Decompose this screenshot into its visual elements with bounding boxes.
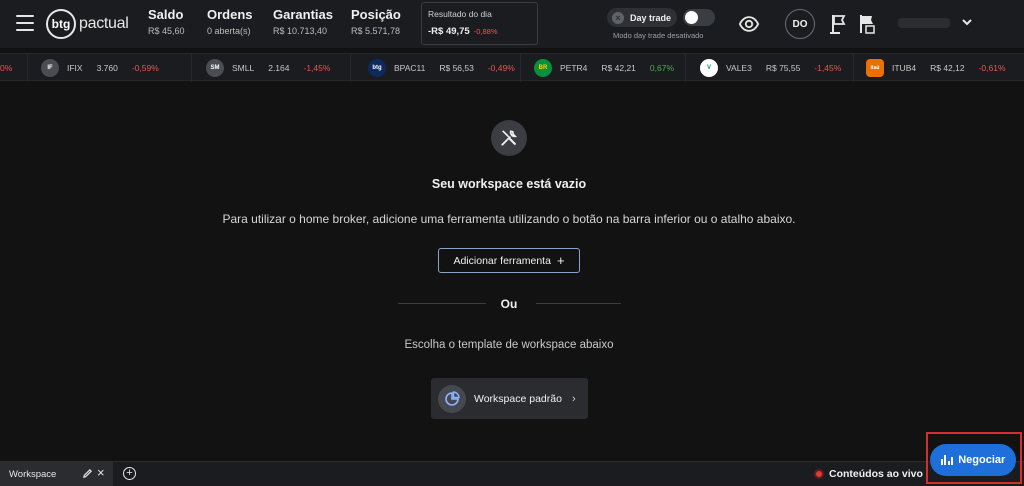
ticker-symbol: VALE3	[726, 63, 752, 73]
resultado-label: Resultado do dia	[428, 9, 492, 19]
workspace-tab[interactable]: Workspace ×	[0, 462, 113, 486]
ticker-symbol: PETR4	[560, 63, 588, 73]
close-tab-icon[interactable]: ×	[97, 466, 105, 480]
ticker-item-bpac11[interactable]: btg BPAC11 R$ 56,53 -0,49%	[368, 54, 515, 82]
ordens-value: 0 aberta(s)	[207, 26, 251, 36]
divider-right	[536, 303, 621, 304]
pie-chart-icon	[438, 384, 466, 413]
ticker-item-vale3[interactable]: V VALE3 R$ 75,55 -1,45%	[700, 54, 841, 82]
toggle-knob	[685, 11, 698, 24]
ifix-icon: IF	[41, 59, 59, 77]
saldo-label: Saldo	[148, 7, 184, 22]
ticker-change: -0,59%	[131, 63, 159, 73]
ticker-change: 0%	[0, 63, 13, 73]
live-content-button[interactable]: Conteúdos ao vivo	[814, 468, 923, 480]
ticker-symbol: ITUB4	[892, 63, 917, 73]
ordens-stat[interactable]: Ordens 0 aberta(s)	[207, 7, 253, 36]
user-name-redacted	[898, 18, 950, 28]
workspace-template-label: Workspace padrão	[474, 392, 562, 405]
market-ticker: 0% IF IFIX 3.760 -0,59% SM SMLL 2.164 -1…	[0, 53, 1024, 82]
ticker-item-petr4[interactable]: BR PETR4 R$ 42,21 0,67%	[534, 54, 674, 82]
resultado-do-dia-box[interactable]: Resultado do dia -R$ 49,75 -0,88%	[421, 2, 538, 45]
resultado-percent: -0,88%	[473, 27, 498, 36]
pencil-icon[interactable]	[82, 468, 93, 479]
or-separator: Ou	[500, 297, 518, 311]
smll-icon: SM	[206, 59, 224, 77]
ticker-price: R$ 42,21	[601, 63, 636, 73]
tools-icon	[491, 120, 527, 156]
ticker-price: 2.164	[268, 63, 290, 73]
top-header: btg pactual Saldo R$ 45,60 Ordens 0 aber…	[0, 0, 1024, 48]
day-trade-label: Day trade	[630, 12, 672, 23]
choose-template-text: Escolha o template de workspace abaixo	[404, 339, 614, 351]
chevron-right-icon: ›	[571, 392, 576, 405]
add-workspace-icon[interactable]: +	[123, 467, 136, 480]
vale-icon: V	[700, 59, 718, 77]
ticker-item-itub4[interactable]: itaú ITUB4 R$ 42,12 -0,61%	[866, 54, 1006, 82]
logo-text: pactual	[79, 15, 129, 32]
ordens-label: Ordens	[207, 7, 253, 22]
ticker-change: -0,49%	[487, 63, 515, 73]
ticker-change: -0,61%	[978, 63, 1006, 73]
ticker-price: R$ 42,12	[930, 63, 965, 73]
ticker-symbol: IFIX	[67, 63, 83, 73]
ticker-item-partial[interactable]: 0%	[0, 54, 12, 82]
ticker-symbol: SMLL	[232, 63, 255, 73]
posicao-label: Posição	[351, 7, 401, 22]
avatar[interactable]: DO	[785, 9, 815, 39]
ticker-price: R$ 56,53	[439, 63, 474, 73]
saldo-value: R$ 45,60	[148, 26, 185, 36]
ticker-change: 0,67%	[649, 63, 675, 73]
btg-icon: btg	[368, 59, 386, 77]
trade-icon	[940, 455, 954, 465]
garantias-stat[interactable]: Garantias R$ 10.713,40	[273, 7, 333, 36]
live-dot-icon	[814, 469, 824, 479]
day-trade-toggle[interactable]	[683, 9, 715, 26]
itau-icon: itaú	[866, 59, 884, 77]
day-trade-pill[interactable]: × Day trade	[607, 8, 677, 27]
day-trade-status: Modo day trade desativado	[613, 31, 704, 40]
ticker-item-ifix[interactable]: IF IFIX 3.760 -0,59%	[41, 54, 159, 82]
empty-workspace-description: Para utilizar o home broker, adicione um…	[222, 212, 796, 226]
logo-mark: btg	[46, 9, 76, 39]
bottom-bar: Workspace × + Conteúdos ao vivo	[0, 461, 1024, 486]
saldo-stat[interactable]: Saldo R$ 45,60	[148, 7, 185, 36]
close-icon: ×	[612, 11, 624, 24]
live-content-label: Conteúdos ao vivo	[829, 468, 923, 480]
ticker-symbol: BPAC11	[394, 63, 426, 73]
ticker-change: -1,45%	[303, 63, 331, 73]
hamburger-menu-icon[interactable]	[16, 15, 34, 31]
divider-left	[398, 303, 486, 304]
posicao-value: R$ 5.571,78	[351, 26, 401, 36]
ticker-price: R$ 75,55	[765, 63, 801, 73]
garantias-label: Garantias	[273, 7, 333, 22]
negociar-label: Negociar	[958, 454, 1006, 466]
resultado-value: -R$ 49,75	[428, 26, 470, 37]
ticker-item-smll[interactable]: SM SMLL 2.164 -1,45%	[206, 54, 330, 82]
add-tool-button[interactable]: Adicionar ferramenta +	[438, 248, 580, 273]
petrobras-icon: BR	[534, 59, 552, 77]
flag-icon[interactable]	[829, 12, 849, 36]
plus-icon: +	[556, 252, 565, 268]
ticker-price: 3.760	[96, 63, 118, 73]
ticker-change: -1,45%	[814, 63, 842, 73]
add-tool-label: Adicionar ferramenta	[453, 254, 551, 267]
negociar-button[interactable]: Negociar	[930, 444, 1016, 476]
btg-logo[interactable]: btg pactual	[46, 9, 129, 39]
workspace-template-card[interactable]: Workspace padrão ›	[431, 378, 588, 419]
hand-flag-icon[interactable]	[857, 12, 877, 36]
wrench-screwdriver-icon	[501, 130, 518, 146]
posicao-stat[interactable]: Posição R$ 5.571,78	[351, 7, 401, 36]
eye-icon[interactable]	[738, 13, 760, 35]
day-trade-control: × Day trade Modo day trade desativado	[607, 8, 715, 40]
chevron-down-icon[interactable]	[961, 16, 973, 28]
empty-workspace-title: Seu workspace está vazio	[431, 177, 587, 191]
workspace-tab-label: Workspace	[9, 469, 57, 480]
garantias-value: R$ 10.713,40	[273, 26, 328, 36]
